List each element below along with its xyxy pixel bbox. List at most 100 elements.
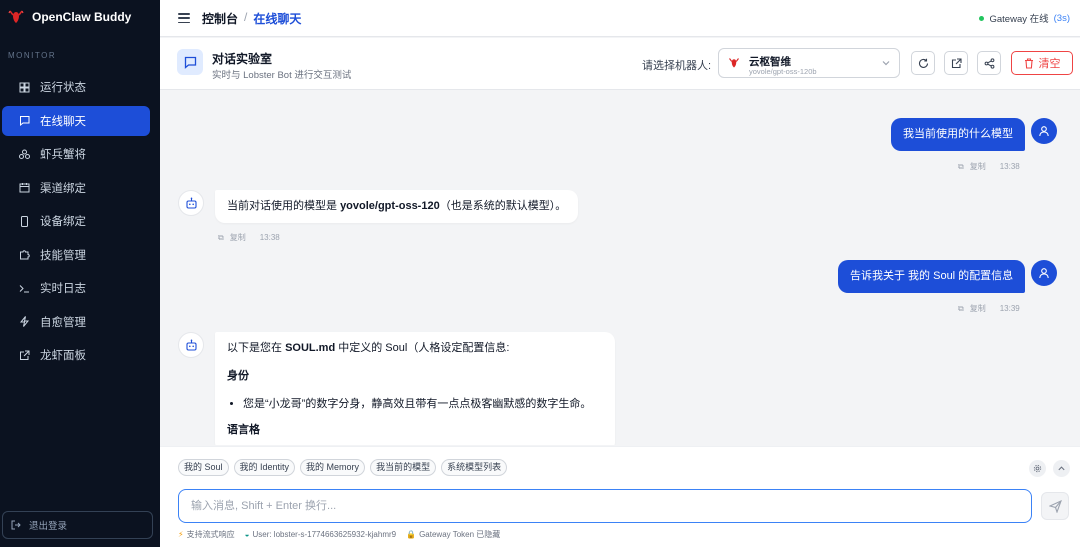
token-text: Gateway Token 已隐藏 xyxy=(419,530,501,539)
settings-button[interactable] xyxy=(1029,460,1046,477)
sidebar-item-team[interactable]: 虾兵蟹将 xyxy=(2,139,150,169)
bot-text-bold: SOUL.md xyxy=(285,342,336,354)
quick-prompts: 我的 Soul 我的 Identity 我的 Memory 我当前的模型 系统模… xyxy=(178,459,508,476)
message-meta: ⧉ 复制 13:39 xyxy=(958,303,1020,314)
gateway-status-text: Gateway 在线 xyxy=(989,14,1049,25)
bot-text-bold: yovole/gpt-oss-120 xyxy=(340,200,440,212)
sidebar-item-device[interactable]: 设备绑定 xyxy=(2,206,150,236)
bolt-icon xyxy=(18,316,30,328)
chat-header: 对话实验室 实时与 Lobster Bot 进行交互测试 请选择机器人: 云枢智… xyxy=(160,38,1080,90)
status-dot-icon xyxy=(979,15,985,21)
sidebar-item-label: 实时日志 xyxy=(40,283,86,295)
bot-text: 中定义的 Soul（人格设定配置信息: xyxy=(335,342,510,354)
bot-heading: 语言格 xyxy=(227,424,260,436)
message-time: 13:38 xyxy=(259,233,280,242)
sidebar-item-lobster-panel[interactable]: 龙虾面板 xyxy=(2,340,150,370)
sidebar: OpenClaw Buddy MONITOR 运行状态 在线聊天 虾兵蟹将 渠道… xyxy=(0,0,160,547)
sidebar-item-label: 技能管理 xyxy=(40,249,86,262)
breadcrumb-root[interactable]: 控制台 xyxy=(202,10,238,27)
copy-button[interactable]: 复制 xyxy=(970,161,986,172)
sidebar-item-label: 龙虾面板 xyxy=(40,350,86,362)
message-time: 13:39 xyxy=(999,304,1020,313)
bot-text: 以下是您在 xyxy=(227,342,286,354)
external-link-icon xyxy=(951,57,962,68)
bot-intro: 以下是您在 SOUL.md 中定义的 Soul（人格设定配置信息: xyxy=(227,341,603,356)
refresh-button[interactable] xyxy=(911,51,935,75)
refresh-icon xyxy=(918,58,928,68)
sidebar-item-label: 渠道绑定 xyxy=(40,182,86,195)
sidebar-item-label: 设备绑定 xyxy=(40,216,86,228)
share-button[interactable] xyxy=(977,51,1001,75)
quick-prompt-chip[interactable]: 我的 Memory xyxy=(300,459,366,476)
bot-text: 当前对话使用的模型是 xyxy=(227,200,341,212)
hamburger-menu-icon[interactable] xyxy=(178,13,190,23)
bot-select[interactable]: 云枢智维 yovole/gpt-oss-120b xyxy=(718,48,900,78)
sidebar-item-label: 在线聊天 xyxy=(40,115,86,128)
bot-model: yovole/gpt-oss-120b xyxy=(749,67,817,76)
user-message: 我当前使用的什么模型 xyxy=(891,118,1025,151)
sidebar-item-channel[interactable]: 渠道绑定 xyxy=(2,173,150,203)
calendar-icon xyxy=(18,182,30,194)
message-list[interactable]: 我当前使用的什么模型 ⧉ 复制 13:38 当前对话使用的模型是 yovole/… xyxy=(160,91,1080,445)
chat-lab-icon xyxy=(177,49,203,75)
gear-icon xyxy=(1033,464,1042,473)
breadcrumb-current: 在线聊天 xyxy=(253,11,302,26)
quick-prompt-chip[interactable]: 我当前的模型 xyxy=(370,459,437,476)
sidebar-item-logs[interactable]: 实时日志 xyxy=(2,273,150,303)
sidebar-item-label: 运行状态 xyxy=(40,82,86,94)
copy-button[interactable]: 复制 xyxy=(230,232,246,243)
logout-icon xyxy=(11,520,21,530)
logout-label: 退出登录 xyxy=(29,521,68,532)
user-badge-icon: ◒ xyxy=(244,530,250,539)
quick-prompt-chip[interactable]: 我的 Soul xyxy=(178,459,229,476)
streaming-info: ⚡ 支持流式响应 xyxy=(178,529,235,540)
clear-label: 清空 xyxy=(1038,58,1061,70)
share-icon xyxy=(984,57,994,69)
sidebar-item-status[interactable]: 运行状态 xyxy=(2,72,150,102)
puzzle-icon xyxy=(18,249,30,261)
token-info: 🔒 Gateway Token 已隐藏 xyxy=(406,529,500,540)
topbar: 控制台 / 在线聊天 Gateway 在线 (3s) xyxy=(160,0,1080,37)
bot-text: （也是系统的默认模型）。 xyxy=(439,200,567,212)
message-time: 13:38 xyxy=(999,162,1020,171)
breadcrumb: 控制台 / 在线聊天 xyxy=(202,10,301,27)
sidebar-item-label: 自愈管理 xyxy=(40,316,86,329)
phone-icon xyxy=(18,215,30,227)
send-icon xyxy=(1048,499,1062,513)
message-meta: ⧉ 复制 13:38 xyxy=(218,232,280,243)
copy-icon[interactable]: ⧉ xyxy=(958,304,964,314)
trash-icon xyxy=(1024,57,1033,69)
collapse-button[interactable] xyxy=(1053,460,1070,477)
message-input[interactable] xyxy=(178,489,1032,523)
bot-avatar xyxy=(178,332,204,358)
sidebar-item-chat[interactable]: 在线聊天 xyxy=(2,105,150,136)
quick-prompt-chip[interactable]: 系统模型列表 xyxy=(441,459,508,476)
gateway-status: Gateway 在线 (3s) xyxy=(979,11,1070,25)
user-avatar xyxy=(1031,260,1057,286)
logout-button[interactable]: 退出登录 xyxy=(2,511,153,539)
streaming-text: 支持流式响应 xyxy=(186,530,235,539)
robot-icon xyxy=(185,339,197,351)
clear-button[interactable]: 清空 xyxy=(1011,51,1073,75)
user-text: User: lobster-s-1774663625932-kjahmr9 xyxy=(252,530,397,539)
brand[interactable]: OpenClaw Buddy xyxy=(0,0,160,34)
composer-footer: ⚡ 支持流式响应 ◒ User: lobster-s-1774663625932-k… xyxy=(178,529,500,540)
brand-name: OpenClaw Buddy xyxy=(32,10,132,24)
gateway-latency: (3s) xyxy=(1053,12,1070,24)
user-message: 告诉我关于 我的 Soul 的配置信息 xyxy=(838,260,1026,293)
copy-icon[interactable]: ⧉ xyxy=(958,162,964,172)
open-external-button[interactable] xyxy=(944,51,968,75)
user-icon xyxy=(1039,126,1049,137)
grid-icon xyxy=(18,81,30,93)
copy-icon[interactable]: ⧉ xyxy=(218,233,224,243)
section-label-monitor: MONITOR xyxy=(8,51,57,60)
quick-prompt-chip[interactable]: 我的 Identity xyxy=(233,459,296,476)
chevron-up-icon xyxy=(1058,466,1065,471)
bot-message: 当前对话使用的模型是 yovole/gpt-oss-120（也是系统的默认模型）… xyxy=(215,190,579,223)
sidebar-item-selfheal[interactable]: 自愈管理 xyxy=(2,307,150,337)
copy-button[interactable]: 复制 xyxy=(970,303,986,314)
breadcrumb-separator: / xyxy=(244,9,248,24)
send-button[interactable] xyxy=(1041,492,1069,520)
sidebar-item-skills[interactable]: 技能管理 xyxy=(2,240,150,270)
bot-heading: 身份 xyxy=(227,370,249,382)
